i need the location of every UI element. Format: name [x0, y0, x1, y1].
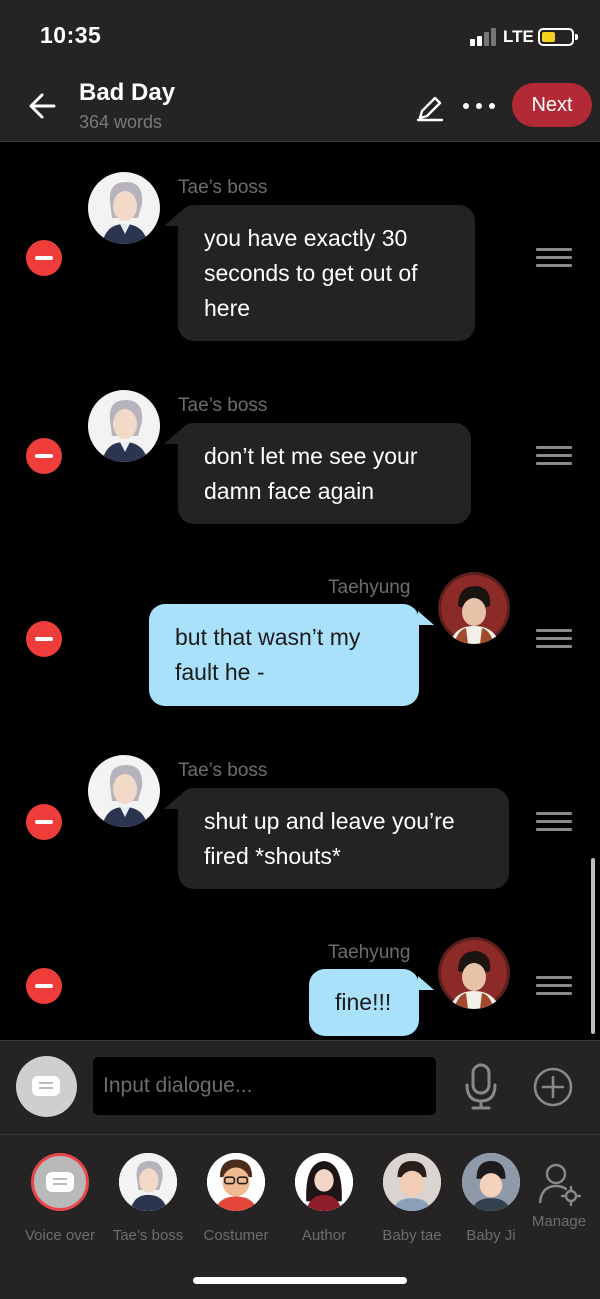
home-indicator[interactable]	[193, 1277, 407, 1284]
dialogue-line: fault he -	[175, 659, 265, 685]
drag-handle-icon[interactable]	[536, 812, 572, 832]
word-count: 364 words	[79, 112, 163, 132]
dialogue-bubble[interactable]: fine!!!	[309, 969, 419, 1036]
dialogue-line: don’t let me see your	[204, 443, 418, 469]
drag-handle-icon[interactable]	[536, 976, 572, 996]
manage-label: Manage	[531, 1213, 587, 1230]
dialogue-line: but that wasn’t my	[175, 624, 361, 650]
character-label: Baby tae	[382, 1227, 442, 1244]
character-label: Tae’s boss	[112, 1227, 184, 1244]
avatar-taehyung	[438, 572, 510, 644]
avatar-taes-boss	[88, 172, 160, 244]
dialogue-line: seconds to get out of	[204, 260, 418, 286]
back-arrow-icon	[29, 93, 56, 119]
dialogue-bubble[interactable]: shut up and leave you’re fired *shouts*	[178, 788, 509, 889]
avatar	[295, 1153, 353, 1211]
remove-line-button[interactable]	[26, 240, 62, 276]
character-costumer[interactable]: Costumer	[192, 1153, 280, 1244]
avatar-taes-boss	[88, 755, 160, 827]
dialogue-bubble[interactable]: don’t let me see your damn face again	[178, 423, 471, 524]
drag-handle-icon[interactable]	[536, 248, 572, 268]
speaker-name: Taehyung	[328, 942, 411, 963]
speaker-name: Tae’s boss	[178, 760, 268, 781]
scrollbar[interactable]	[591, 858, 595, 1034]
status-time: 10:35	[40, 22, 102, 48]
next-button[interactable]: Next	[512, 83, 592, 127]
signal-icon	[470, 28, 498, 46]
boss-avatar-image	[88, 172, 160, 244]
character-bar: Voice over Tae’s boss Costumer Author Ba…	[0, 1134, 600, 1299]
character-label: Baby Ji	[466, 1227, 516, 1244]
bubble-tail	[418, 976, 434, 990]
edit-button[interactable]	[414, 92, 446, 124]
back-button[interactable]	[24, 86, 64, 126]
more-icon	[463, 103, 495, 109]
boss-avatar-image	[88, 755, 160, 827]
dialogue-bubble[interactable]: but that wasn’t my fault he -	[149, 604, 419, 706]
more-button[interactable]	[460, 92, 498, 120]
remove-line-button[interactable]	[26, 804, 62, 840]
taehyung-avatar-image	[438, 572, 510, 644]
dialogue-input[interactable]	[93, 1057, 436, 1115]
drag-handle-icon[interactable]	[536, 629, 572, 649]
bubble-tail	[418, 611, 434, 625]
drag-handle-icon[interactable]	[536, 446, 572, 466]
avatar-taehyung	[438, 937, 510, 1009]
chat-bubble-icon	[46, 1172, 74, 1192]
add-line-button[interactable]	[532, 1066, 574, 1108]
remove-line-button[interactable]	[26, 968, 62, 1004]
microphone-button[interactable]	[464, 1063, 498, 1111]
remove-line-button[interactable]	[26, 621, 62, 657]
dialogue-list: Tae’s boss you have exactly 30 seconds t…	[0, 142, 600, 1040]
story-title: Bad Day	[79, 79, 176, 106]
battery-icon	[538, 28, 578, 46]
voice-over-avatar	[31, 1153, 89, 1211]
speaker-name: Taehyung	[328, 577, 411, 598]
character-author[interactable]: Author	[280, 1153, 368, 1244]
character-taes-boss[interactable]: Tae’s boss	[104, 1153, 192, 1244]
avatar	[207, 1153, 265, 1211]
character-label: Costumer	[203, 1227, 269, 1244]
story-header: Bad Day 364 words Next	[0, 72, 600, 142]
taehyung-avatar-image	[438, 937, 510, 1009]
input-row	[0, 1040, 600, 1134]
dialogue-line: fine!!!	[335, 989, 392, 1015]
voice-over-toggle-button[interactable]	[16, 1056, 77, 1117]
dialogue-row: Taehyung fine!!!	[0, 932, 600, 1040]
network-label: LTE	[503, 27, 534, 46]
dialogue-line: you have exactly 30	[204, 225, 408, 251]
avatar	[462, 1153, 520, 1211]
dialogue-line: here	[204, 295, 251, 321]
character-voice-over[interactable]: Voice over	[16, 1153, 104, 1244]
dialogue-row: Tae’s boss shut up and leave you’re fire…	[0, 747, 600, 897]
remove-line-button[interactable]	[26, 438, 62, 474]
speaker-name: Tae’s boss	[178, 177, 268, 198]
avatar	[119, 1153, 177, 1211]
character-label: Voice over	[24, 1227, 96, 1244]
plus-icon	[533, 1067, 573, 1107]
speaker-name: Tae’s boss	[178, 395, 268, 416]
character-baby-ji[interactable]: Baby Ji	[456, 1153, 526, 1244]
microphone-icon	[465, 1063, 497, 1110]
manage-characters-button[interactable]: Manage	[528, 1160, 590, 1230]
character-baby-tae[interactable]: Baby tae	[368, 1153, 456, 1244]
dialogue-row: Tae’s boss don’t let me see your damn fa…	[0, 382, 600, 532]
dialogue-row: Tae’s boss you have exactly 30 seconds t…	[0, 142, 600, 352]
dialogue-line: fired *shouts*	[204, 843, 341, 869]
avatar	[383, 1153, 441, 1211]
chat-bubble-icon	[32, 1076, 60, 1096]
dialogue-line: shut up and leave you’re	[204, 808, 455, 834]
dialogue-line: damn face again	[204, 478, 375, 504]
status-bar: 10:35 LTE	[0, 0, 600, 72]
user-settings-icon	[538, 1163, 582, 1207]
boss-avatar-image	[88, 390, 160, 462]
dialogue-row: Taehyung but that wasn’t my fault he -	[0, 567, 600, 717]
dialogue-bubble[interactable]: you have exactly 30 seconds to get out o…	[178, 205, 475, 341]
character-label: Author	[301, 1227, 347, 1244]
avatar-taes-boss	[88, 390, 160, 462]
pencil-icon	[416, 96, 444, 122]
